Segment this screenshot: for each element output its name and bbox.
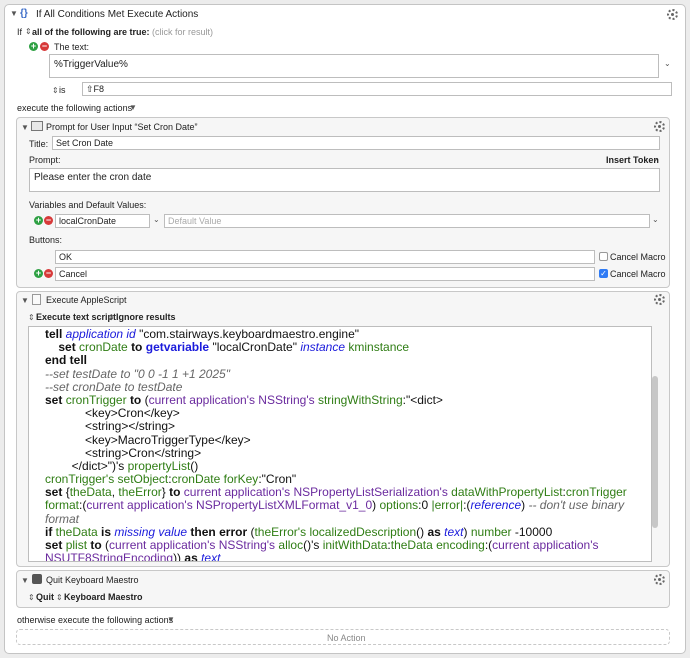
script-icon — [32, 294, 41, 305]
updown-arrow-icon: ⇕ — [52, 86, 59, 95]
otherwise-label: otherwise execute the following actions — [17, 615, 174, 625]
updown-arrow-icon: ⇕ — [108, 313, 115, 322]
prompt-text-field[interactable]: Please enter the cron date — [29, 168, 660, 192]
remove-condition-icon[interactable]: − — [40, 42, 49, 51]
gear-icon[interactable] — [654, 121, 665, 132]
default-value-field[interactable]: Default Value — [164, 214, 650, 228]
script-editor[interactable]: tell application id "com.stairways.keybo… — [28, 326, 652, 562]
remove-button-icon[interactable]: − — [44, 269, 53, 278]
gear-icon[interactable] — [654, 574, 665, 585]
condition-text-field[interactable]: %TriggerValue% — [49, 54, 659, 78]
cancel-macro-label: Cancel Macro — [610, 252, 666, 262]
chevron-down-icon[interactable]: ⌄ — [664, 59, 671, 68]
quit-mode-select[interactable]: Quit — [36, 592, 54, 603]
code-line: format:(current application's NSProperty… — [45, 498, 625, 513]
remove-variable-icon[interactable]: − — [44, 216, 53, 225]
comparison-value-field[interactable]: ⇧F8 — [82, 82, 672, 96]
cancel-macro-checkbox[interactable] — [599, 252, 608, 261]
quit-header: Quit Keyboard Maestro — [46, 575, 139, 585]
code-line: set cronDate to getvariable "localCronDa… — [58, 340, 410, 355]
insert-token-menu[interactable]: Insert Token — [606, 155, 659, 166]
add-variable-icon[interactable]: + — [34, 216, 43, 225]
prompt-title-field[interactable]: Set Cron Date — [52, 136, 660, 150]
quit-target-select[interactable]: Keyboard Maestro — [64, 592, 143, 603]
add-button-icon[interactable]: + — [34, 269, 43, 278]
window-icon — [31, 121, 43, 131]
vars-label: Variables and Default Values: — [29, 200, 147, 210]
condition-scope-select[interactable]: all of the following are true: — [32, 27, 150, 38]
button-label-field[interactable]: OK — [55, 250, 595, 264]
script-code: tell application id "com.stairways.keybo… — [45, 327, 627, 562]
cancel-macro-label: Cancel Macro — [610, 269, 666, 279]
comparison-select[interactable]: is — [59, 85, 66, 96]
gear-icon[interactable] — [667, 9, 678, 20]
execute-mode-select[interactable]: Execute text script — [36, 312, 116, 323]
buttons-label: Buttons: — [29, 235, 63, 245]
collapse-triangle-icon[interactable]: ▼ — [21, 296, 29, 305]
chevron-down-icon[interactable]: ▼ — [167, 615, 175, 624]
prompt-header: Prompt for User Input “Set Cron Date” — [46, 122, 198, 132]
macro-title: If All Conditions Met Execute Actions — [36, 9, 199, 20]
updown-arrow-icon: ⇕ — [28, 593, 35, 602]
collapse-triangle-icon[interactable]: ▼ — [21, 576, 29, 585]
collapse-triangle-icon[interactable]: ▼ — [10, 9, 18, 18]
scrollbar[interactable] — [652, 376, 658, 528]
chevron-down-icon[interactable]: ⌄ — [153, 215, 160, 224]
gear-icon[interactable] — [654, 294, 665, 305]
execute-label: execute the following actions — [17, 103, 133, 113]
button-label-field[interactable]: Cancel — [55, 267, 595, 281]
variable-name-field[interactable]: localCronDate — [55, 214, 150, 228]
updown-arrow-icon: ⇕ — [25, 27, 32, 36]
code-line: NSUTF8StringEncoding)) as text — [45, 551, 221, 562]
chevron-down-icon[interactable]: ⌄ — [652, 154, 659, 163]
text-condition-label: The text: — [54, 42, 90, 52]
updown-arrow-icon: ⇕ — [56, 593, 63, 602]
chevron-down-icon[interactable]: ⌄ — [652, 215, 659, 224]
add-condition-icon[interactable]: + — [29, 42, 38, 51]
chevron-down-icon[interactable]: ▼ — [129, 103, 137, 112]
applescript-header: Execute AppleScript — [46, 295, 127, 305]
prompt-label: Prompt: — [29, 155, 61, 165]
collapse-triangle-icon[interactable]: ▼ — [21, 123, 29, 132]
click-hint[interactable]: (click for result) — [152, 27, 213, 38]
if-then-icon: {} — [20, 8, 28, 19]
keyboard-maestro-icon — [32, 574, 42, 584]
results-select[interactable]: Ignore results — [116, 312, 176, 323]
no-action-label: No Action — [327, 633, 366, 643]
title-label: Title: — [29, 139, 49, 149]
updown-arrow-icon: ⇕ — [28, 313, 35, 322]
cancel-macro-checkbox[interactable]: ✓ — [599, 269, 608, 278]
if-prefix: If — [17, 27, 23, 37]
